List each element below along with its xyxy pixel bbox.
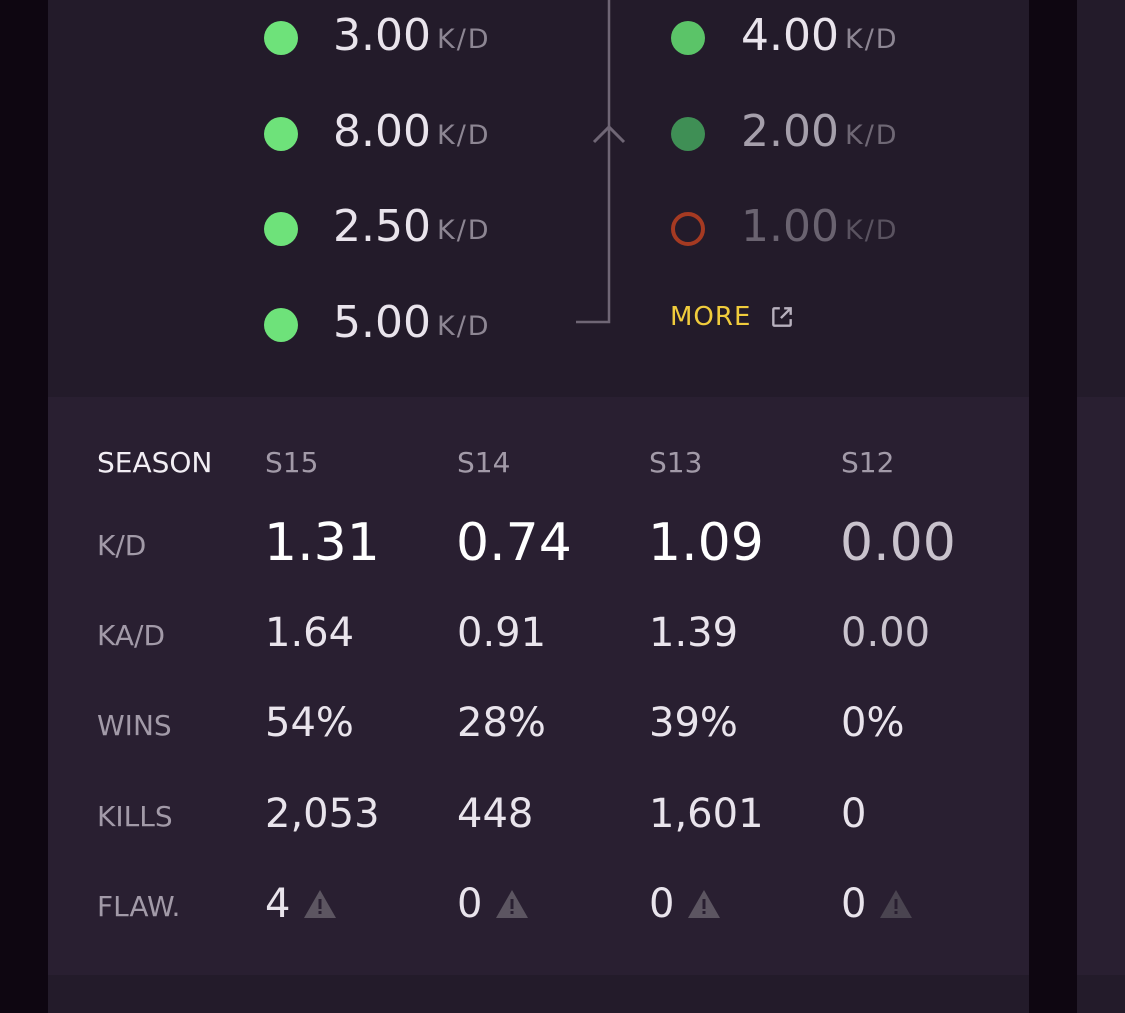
warning-icon[interactable] [494,888,530,920]
kad-value: 0.00 [841,610,931,656]
season-column-header[interactable]: S14 [457,446,510,479]
match-kd-unit: K/D [437,120,491,151]
win-indicator-dot [671,117,705,151]
wins-value: 54% [265,700,354,746]
kad-value: 0.91 [457,610,547,656]
kills-value: 2,053 [265,791,380,837]
match-kd-value: 4.00 [741,10,839,61]
flawless-cell: 0 [649,881,722,927]
flawless-value: 4 [265,881,291,927]
kd-value: 1.31 [264,513,380,573]
wins-value: 28% [457,700,546,746]
kd-value: 0.00 [840,513,956,573]
win-indicator-dot [264,21,298,55]
wins-row-label: WINS [97,709,172,742]
kills-row-label: KILLS [97,800,173,833]
match-kd-unit: K/D [845,120,899,151]
warning-icon[interactable] [302,888,338,920]
kills-value: 448 [457,791,534,837]
player-stats-screen: 3.00 K/D 8.00 K/D 2.50 K/D 5.00 K/D 4.00… [0,0,1125,1013]
match-kd-value: 1.00 [741,201,839,252]
match-history-connector [576,0,626,324]
match-kd-value: 2.50 [333,201,431,252]
match-kd-value: 8.00 [333,106,431,157]
next-card-edge-panel [1077,397,1125,975]
wins-value: 0% [841,700,905,746]
external-link-icon [772,307,793,327]
match-kd-unit: K/D [437,24,491,55]
season-column-header[interactable]: S13 [649,446,702,479]
match-kd-unit: K/D [437,215,491,246]
warning-icon[interactable] [686,888,722,920]
kills-value: 0 [841,791,867,837]
flawless-cell: 4 [265,881,338,927]
win-indicator-dot [264,212,298,246]
flawless-cell: 0 [457,881,530,927]
match-kd-value: 3.00 [333,10,431,61]
season-column-header[interactable]: S15 [265,446,318,479]
more-matches-link[interactable]: MORE [670,302,795,332]
match-kd-unit: K/D [845,215,899,246]
kd-value: 0.74 [456,513,572,573]
season-column-header[interactable]: S12 [841,446,894,479]
win-indicator-dot [671,21,705,55]
flawless-value: 0 [457,881,483,927]
match-kd-unit: K/D [437,311,491,342]
flawless-value: 0 [649,881,675,927]
wins-value: 39% [649,700,738,746]
win-indicator-dot [264,308,298,342]
kad-row-label: KA/D [97,619,166,652]
flawless-value: 0 [841,881,867,927]
season-header-label: SEASON [97,446,213,479]
kad-value: 1.39 [649,610,739,656]
kills-value: 1,601 [649,791,764,837]
warning-icon[interactable] [878,888,914,920]
more-label: MORE [670,302,752,332]
match-kd-unit: K/D [845,24,899,55]
kd-row-label: K/D [97,529,147,562]
loss-indicator-dot [671,212,705,246]
match-kd-value: 5.00 [333,297,431,348]
kad-value: 1.64 [265,610,355,656]
flawless-row-label: FLAW. [97,890,181,923]
win-indicator-dot [264,117,298,151]
kd-value: 1.09 [648,513,764,573]
match-kd-value: 2.00 [741,106,839,157]
flawless-cell: 0 [841,881,914,927]
